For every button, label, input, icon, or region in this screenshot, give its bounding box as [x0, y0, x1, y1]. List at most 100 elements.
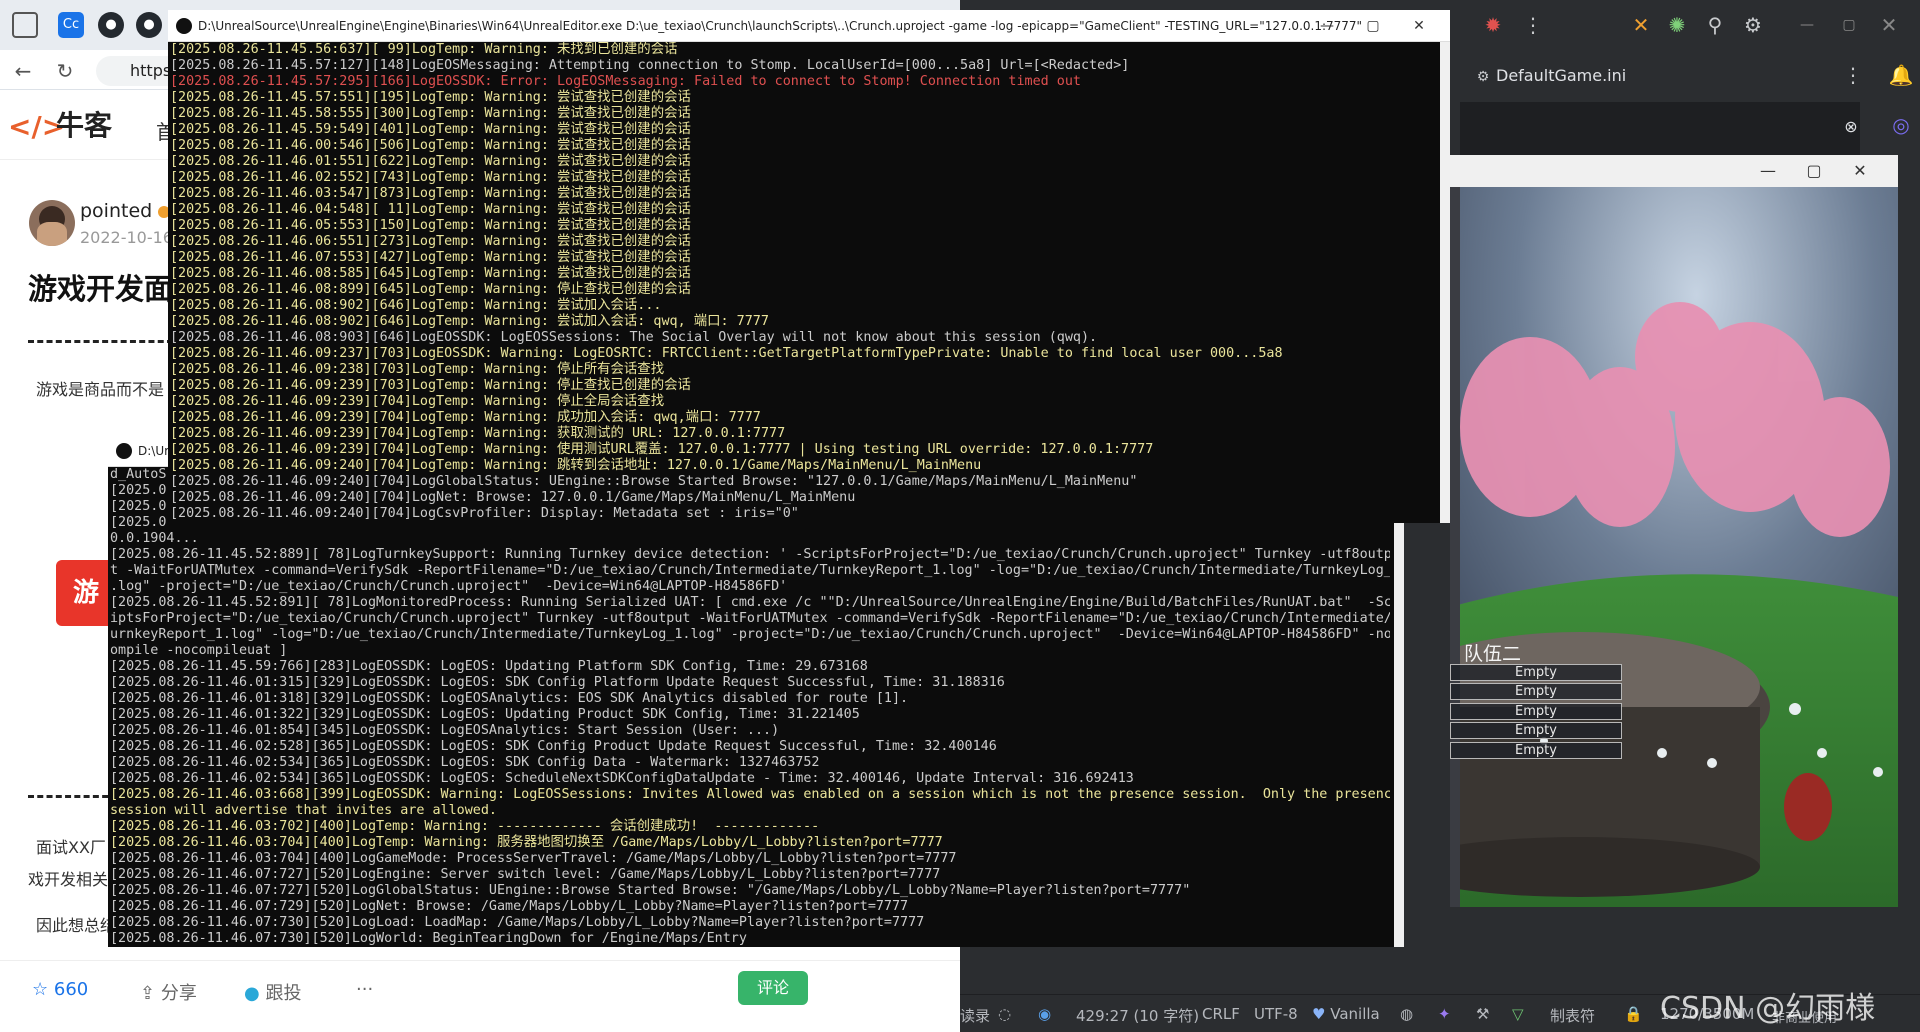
log-line: [2025.08.26-11.46.03:702][400]LogTemp: W… — [110, 819, 820, 834]
hammer-icon[interactable]: ⚒ — [1476, 1005, 1489, 1023]
author-avatar[interactable] — [29, 200, 75, 246]
log-line: [2025.08.26-11.46.01:551][622]LogTemp: W… — [170, 154, 691, 169]
maximize-icon[interactable]: ▢ — [1836, 12, 1862, 38]
log-line: [2025.08.26-11.46.03:704][400]LogGameMod… — [110, 851, 957, 866]
tab-more-icon[interactable]: ⋮ — [1840, 62, 1866, 88]
divider — [28, 340, 173, 343]
game-viewport[interactable]: 队伍二 Empty Empty Empty Empty Empty — [1450, 187, 1898, 907]
party-slot[interactable]: Empty — [1450, 683, 1622, 700]
share-button[interactable]: ⇪ 分享 — [140, 979, 197, 1005]
log-line: [2025.08.26-11.46.07:727][520]LogGlobalS… — [110, 883, 1191, 898]
log-line: iptsForProject="D:/ue_texiao/Crunch/Crun… — [110, 611, 1390, 626]
more-button[interactable]: ··· — [356, 979, 373, 1000]
notifications-bell-icon[interactable]: 🔔 — [1888, 62, 1914, 88]
minimize-icon[interactable]: — — [1750, 159, 1786, 183]
tab-site-icon[interactable]: Cc — [58, 12, 84, 38]
theme-selector[interactable]: ♥ Vanilla — [1312, 1005, 1380, 1023]
heart-icon: ♥ — [1312, 1005, 1326, 1023]
log-line: [2025.08.26-11.46.09:240][704]LogTemp: W… — [170, 458, 982, 473]
star-icon: ☆ — [32, 979, 49, 1000]
log-line: [2025.08.26-11.46.07:729][520]LogNet: Br… — [110, 899, 909, 914]
log-line: [2025.08.26-11.46.09:239][704]LogTemp: W… — [170, 426, 786, 441]
console-scrollbar[interactable] — [1394, 467, 1404, 947]
log-line: [2025.08.26-11.46.06:551][273]LogTemp: W… — [170, 234, 691, 249]
log-line: [2025.08.26-11.45.56:637][ 99]LogTemp: W… — [170, 42, 678, 57]
log-line: urnkeyReport_1.log" -log="D:/ue_texiao/C… — [110, 627, 1390, 642]
file-encoding[interactable]: UTF-8 — [1254, 1005, 1298, 1023]
follow-button[interactable]: ● 跟投 — [244, 979, 301, 1005]
back-arrow-icon[interactable]: ← — [10, 58, 36, 84]
log-line: [2025.08.26-11.46.09:240][704]LogGlobalS… — [170, 474, 1138, 489]
article-action-bar: ☆ 660 ⇪ 分享 ● 跟投 ··· 评论 — [0, 960, 960, 1020]
console-output[interactable]: [2025.08.26-11.45.56:637][ 99]LogTemp: W… — [168, 42, 1438, 523]
ai-swirl-icon[interactable]: ◎ — [1888, 112, 1914, 138]
log-line: [2025.08.26-11.46.08:899][645]LogTemp: W… — [170, 282, 691, 297]
article-paragraph: 戏开发相关 — [28, 870, 109, 889]
client-console-window: D:\UnrealSource\UnrealEngine\Engine\Bina… — [168, 10, 1450, 523]
party-slot[interactable]: Empty — [1450, 664, 1622, 681]
ide-status-bar: 读录 ◌ ◉ 429:27 (10 字符) CRLF UTF-8 ♥ Vanil… — [960, 991, 1920, 1032]
article-paragraph: 因此想总结 — [36, 916, 117, 935]
close-tab-icon[interactable]: ⊗ — [1838, 114, 1864, 140]
character-model — [1784, 773, 1832, 841]
log-line: ompile -nocompileuat ] — [110, 643, 288, 658]
debug-icon[interactable]: ✹ — [1480, 12, 1506, 38]
log-line: [2025.08.26-11.45.59:549][401]LogTemp: W… — [170, 122, 691, 137]
cursor-position[interactable]: 429:27 (10 字符) — [1076, 1005, 1199, 1026]
log-line: [2025.08.26-11.46.09:240][704]LogCsvProf… — [170, 506, 799, 521]
close-icon[interactable]: ✕ — [1876, 12, 1902, 38]
eye-icon[interactable]: ◉ — [1038, 1005, 1051, 1023]
promo-banner[interactable]: 游 — [56, 560, 116, 626]
log-line: [2025.08.26-11.46.04:548][ 11]LogTemp: W… — [170, 202, 691, 217]
settings-gear-icon[interactable]: ⚙ — [1740, 12, 1766, 38]
tab-github-icon[interactable]: ● — [136, 12, 162, 38]
minimize-icon[interactable]: — — [1304, 10, 1350, 41]
share-icon: ⇪ — [140, 983, 156, 1004]
editor-tab-label[interactable]: DefaultGame.ini — [1496, 66, 1626, 85]
comment-button[interactable]: 评论 — [738, 971, 808, 1005]
reload-icon[interactable]: ↻ — [52, 58, 78, 84]
log-line: [2025.08.26-11.46.03:704][400]LogTemp: W… — [110, 835, 943, 850]
log-line: [2025.08.26-11.46.05:553][150]LogTemp: W… — [170, 218, 691, 233]
line-ending[interactable]: CRLF — [1202, 1005, 1240, 1023]
console-title: D:\Ur — [138, 444, 170, 458]
tab-switcher-icon[interactable] — [12, 12, 38, 38]
log-line: [2025.08.26-11.45.57:551][195]LogTemp: W… — [170, 90, 691, 105]
console-output[interactable]: d_AutoS [2025.0 [2025.0 [2025.0 0.0.1904...[… — [108, 467, 1390, 947]
indent-setting[interactable]: 制表符 — [1550, 1005, 1595, 1026]
log-line: [2025.08.26-11.45.52:889][ 78]LogTurnkey… — [110, 547, 1390, 562]
log-line: .log" -project="D:/ue_texiao/Crunch/Crun… — [110, 579, 788, 594]
log-line: [2025.08.26-11.46.02:552][743]LogTemp: W… — [170, 170, 691, 185]
author-name[interactable]: pointed — [80, 200, 171, 222]
viewport-edge — [1450, 187, 1460, 907]
party-slot[interactable]: Empty — [1450, 742, 1622, 759]
shield-check-icon[interactable]: ▽ — [1512, 1005, 1524, 1023]
article-paragraph: 面试XX厂 — [36, 838, 106, 857]
maximize-icon[interactable]: ▢ — [1796, 159, 1832, 183]
ai-icon[interactable]: ✦ — [1438, 1005, 1451, 1023]
search-icon[interactable]: ⚲ — [1702, 12, 1728, 38]
sync-icon[interactable]: ◌ — [998, 1005, 1011, 1023]
like-button[interactable]: ☆ 660 — [32, 979, 88, 1000]
site-logo-text[interactable]: 牛客 — [56, 108, 112, 144]
close-icon[interactable]: ✕ — [1396, 10, 1442, 41]
tab-github-icon[interactable]: ● — [98, 12, 124, 38]
console-scrollbar[interactable] — [1440, 42, 1450, 523]
log-line: [2025.08.26-11.46.09:239][704]LogTemp: W… — [170, 410, 761, 425]
log-line: [2025.08.26-11.46.03:668][399]LogEOSSDK:… — [110, 787, 1390, 802]
build-tools-icon[interactable]: ✕ — [1628, 12, 1654, 38]
maximize-icon[interactable]: ▢ — [1350, 10, 1396, 41]
readonly-indicator[interactable]: 读录 — [960, 1005, 990, 1026]
party-slot[interactable]: Empty — [1450, 703, 1622, 720]
more-vertical-icon[interactable]: ⋮ — [1520, 12, 1546, 38]
log-line: [2025.08.26-11.46.01:318][329]LogEOSSDK:… — [110, 691, 909, 706]
log-line: [2025.08.26-11.46.09:240][704]LogNet: Br… — [170, 490, 856, 505]
nowcoder-logo-icon[interactable]: </> — [8, 110, 65, 144]
minimize-icon[interactable]: — — [1794, 12, 1820, 38]
log-line: [2025.08.26-11.46.01:854][345]LogEOSSDK:… — [110, 723, 780, 738]
lock-icon[interactable]: 🔒 — [1624, 1005, 1643, 1023]
ai-assistant-icon[interactable]: ✺ — [1664, 12, 1690, 38]
plugin-icon[interactable]: ◍ — [1400, 1005, 1413, 1023]
party-slot[interactable]: Empty — [1450, 722, 1622, 739]
close-icon[interactable]: ✕ — [1842, 159, 1878, 183]
